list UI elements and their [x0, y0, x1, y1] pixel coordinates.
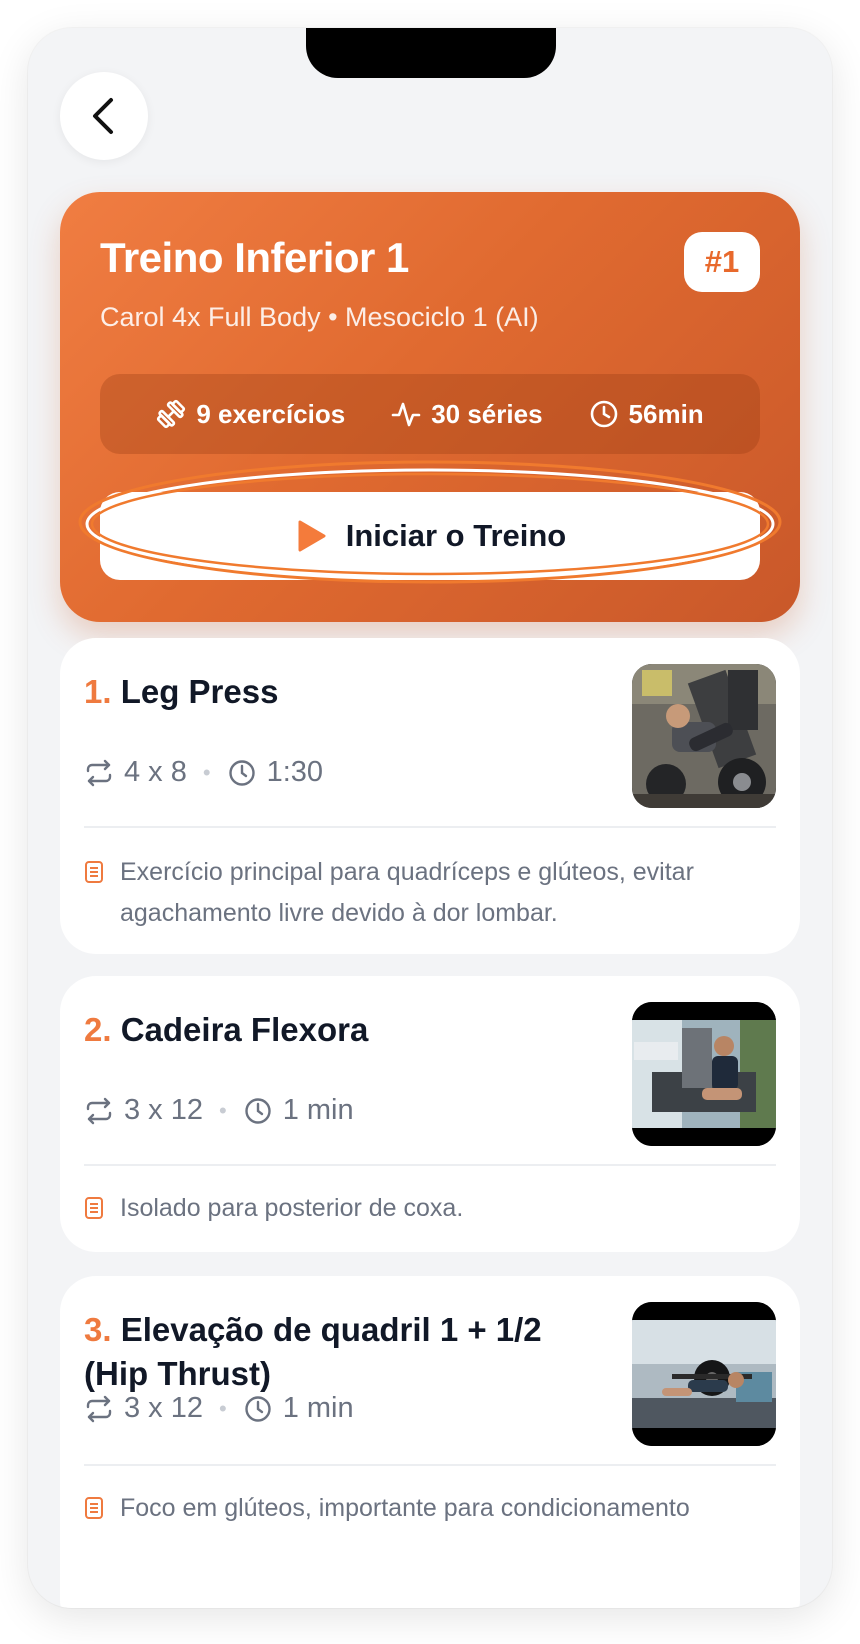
exercise-note-text: Isolado para posterior de coxa. [120, 1194, 464, 1222]
hip-thrust-photo [632, 1302, 776, 1446]
exercise-sets: 3 x 12 [124, 1392, 203, 1424]
start-workout-button[interactable]: Iniciar o Treino [100, 492, 760, 580]
workout-subtitle: Carol 4x Full Body • Mesociclo 1 (AI) [100, 302, 539, 332]
play-icon [298, 520, 326, 552]
exercise-meta: 4 x 8 • 1:30 [84, 756, 323, 789]
stat-exercises-label: 9 exercícios [196, 398, 346, 429]
clock-icon [245, 1395, 271, 1422]
exercise-note-text: Foco em glúteos, importante para condici… [120, 1494, 690, 1522]
repeat-icon [86, 1395, 112, 1422]
notes-icon [85, 861, 103, 883]
notes-icon [85, 1197, 103, 1219]
card-divider [84, 1164, 776, 1166]
workout-number-badge: #1 [684, 232, 760, 292]
start-workout-label: Iniciar o Treino [345, 518, 567, 553]
workout-stats-bar: 9 exercícios 30 séries 56min [100, 374, 760, 454]
stat-exercises: 9 exercícios [156, 399, 345, 430]
exercise-number: 2. [84, 1011, 112, 1048]
exercise-title: 3. Elevação de quadril 1 + 1/2 (Hip Thru… [84, 1308, 584, 1396]
notes-icon [85, 1497, 103, 1519]
card-divider [84, 826, 776, 828]
leg-curl-photo [632, 1002, 776, 1146]
exercise-name: Leg Press [120, 673, 279, 710]
exercise-note: Foco em glúteos, importante para condici… [84, 1488, 760, 1529]
exercise-rest: 1 min [282, 1392, 354, 1424]
clock-icon [228, 759, 255, 786]
leg-press-photo [632, 664, 776, 808]
device-notch [306, 28, 556, 78]
dumbbell-icon [157, 399, 186, 429]
exercise-name: Elevação de quadril 1 + 1/2 (Hip Thrust) [84, 1311, 542, 1392]
exercise-card[interactable]: 3. Elevação de quadril 1 + 1/2 (Hip Thru… [60, 1276, 800, 1608]
exercise-sets: 4 x 8 [124, 756, 187, 788]
phone-screen: Treino Inferior 1 Carol 4x Full Body • M… [28, 28, 832, 1608]
activity-icon [391, 402, 421, 427]
exercise-thumbnail[interactable] [632, 664, 776, 808]
workout-hero-card: Treino Inferior 1 Carol 4x Full Body • M… [60, 192, 800, 622]
clock-icon [245, 1097, 271, 1124]
exercise-title: 1. Leg Press [84, 670, 584, 714]
exercise-rest: 1:30 [266, 756, 324, 788]
exercise-meta: 3 x 12 • 1 min [84, 1392, 354, 1425]
exercise-thumbnail[interactable] [632, 1002, 776, 1146]
clock-icon [590, 400, 617, 428]
exercise-number: 1. [84, 673, 112, 710]
workout-title: Treino Inferior 1 [100, 234, 409, 281]
exercise-card[interactable]: 1. Leg Press 4 x 8 • 1:30 Exercício prin… [60, 638, 800, 954]
chevron-left-icon [93, 98, 113, 134]
meta-separator: • [219, 1097, 227, 1123]
exercise-number: 3. [84, 1311, 112, 1348]
meta-separator: • [202, 759, 211, 785]
back-button[interactable] [60, 72, 148, 160]
exercise-note: Exercício principal para quadríceps e gl… [84, 852, 760, 934]
exercise-thumbnail[interactable] [632, 1302, 776, 1446]
exercise-sets: 3 x 12 [124, 1094, 203, 1126]
stat-duration: 56min [589, 399, 704, 430]
exercise-note: Isolado para posterior de coxa. [84, 1188, 760, 1229]
exercise-name: Cadeira Flexora [120, 1011, 369, 1048]
exercise-meta: 3 x 12 • 1 min [84, 1094, 354, 1127]
exercise-card[interactable]: 2. Cadeira Flexora 3 x 12 • 1 min Isolad… [60, 976, 800, 1252]
repeat-icon [86, 759, 112, 786]
exercise-note-text: Exercício principal para quadríceps e gl… [120, 858, 694, 927]
exercise-title: 2. Cadeira Flexora [84, 1008, 584, 1052]
repeat-icon [86, 1097, 112, 1124]
stat-series-label: 30 séries [431, 398, 543, 429]
stat-duration-label: 56min [628, 398, 704, 429]
exercise-rest: 1 min [282, 1094, 354, 1126]
meta-separator: • [219, 1395, 227, 1421]
stat-series: 30 séries [391, 398, 543, 430]
card-divider [84, 1464, 776, 1466]
